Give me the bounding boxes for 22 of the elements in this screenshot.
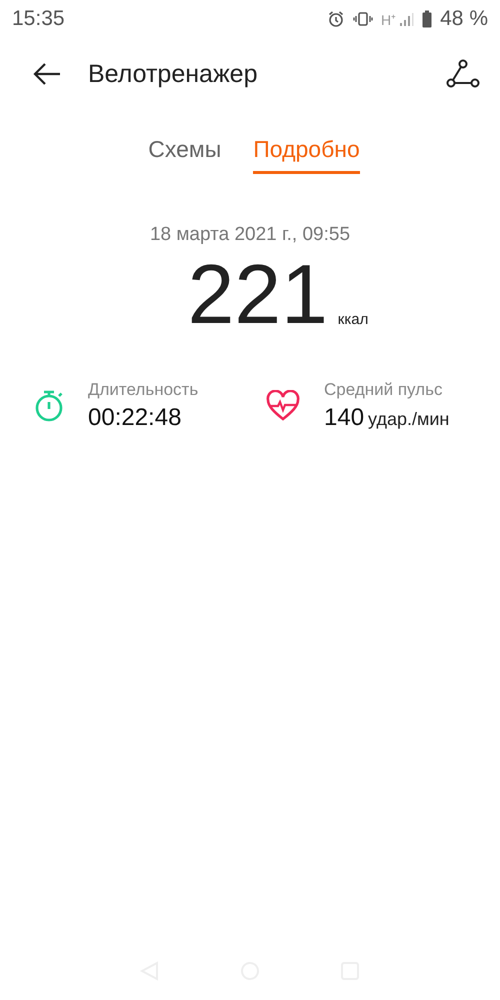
tab[interactable]: Подробно	[253, 136, 360, 174]
heart-rate-icon	[266, 390, 300, 422]
page-title: Велотренажер	[88, 60, 258, 88]
stopwatch-icon	[34, 389, 64, 423]
stat-value: 140	[324, 404, 364, 432]
calories-unit: ккал	[338, 311, 368, 328]
stat-value: 00:22:48	[88, 404, 182, 432]
share-button[interactable]	[446, 59, 480, 89]
battery-icon	[422, 10, 432, 28]
status-time: 15:35	[12, 7, 65, 31]
network-type: H⁺	[381, 10, 396, 28]
signal-icon	[398, 11, 414, 27]
workout-date: 18 марта 2021 г., 09:55	[148, 224, 352, 246]
alarm-clock-icon	[327, 10, 345, 28]
battery-level: 48 %	[440, 7, 488, 31]
tab[interactable]: Схемы	[148, 136, 222, 174]
vibrate-icon	[353, 11, 373, 27]
calories-value: 221	[188, 252, 328, 336]
back-button[interactable]	[32, 62, 62, 86]
stat-label: Средний пульс	[324, 380, 444, 400]
stat-label: Длительность	[88, 380, 198, 400]
stat-unit: удар./мин	[368, 409, 450, 430]
